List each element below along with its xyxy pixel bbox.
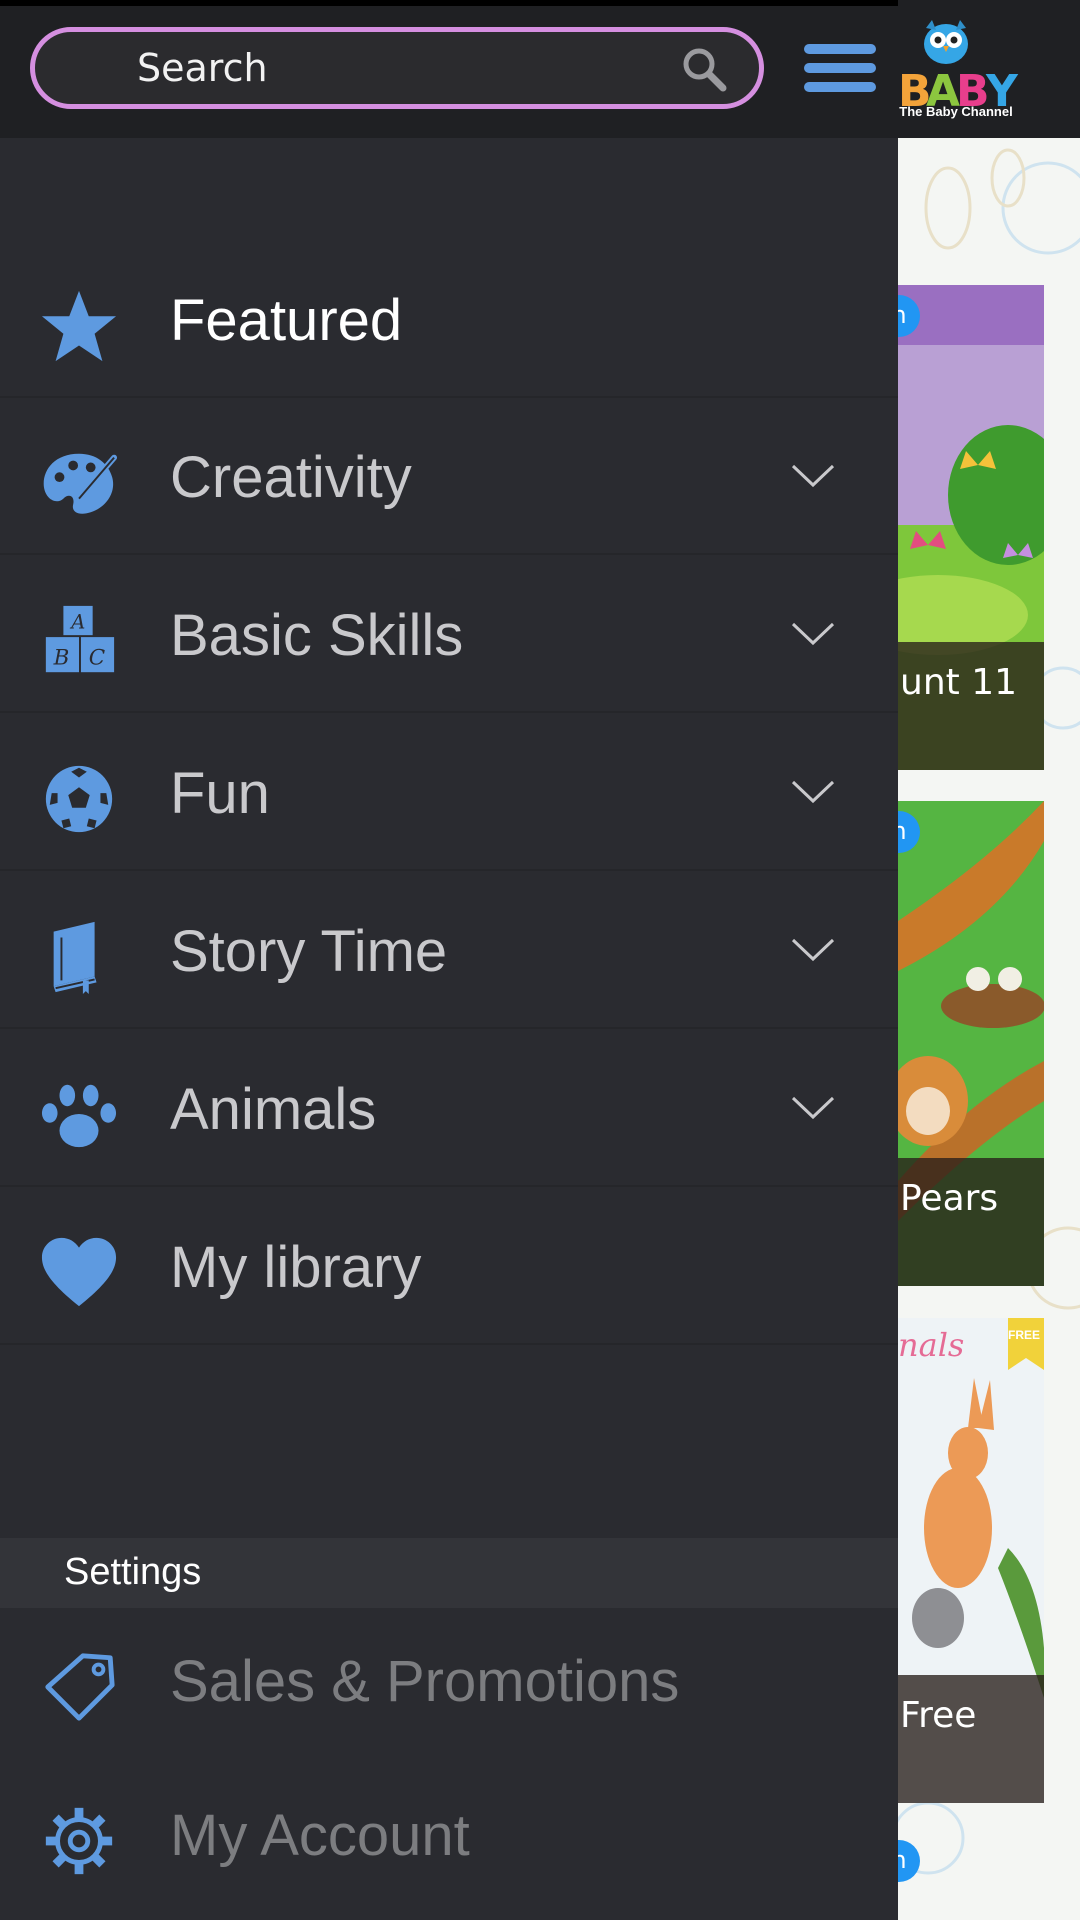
card-caption: unt 11 [898,642,1044,770]
search-input[interactable] [135,40,659,96]
card-caption: Free [898,1675,1044,1803]
card-caption: Pears [898,1158,1044,1286]
settings-section-header: Settings [0,1538,898,1608]
heart-icon [41,1237,117,1307]
star-icon [41,290,117,362]
content-card[interactable]: n unt 11 [898,285,1044,770]
navigation-drawer: Featured Creativity A B C Basic Skills F… [0,138,898,1920]
search-icon[interactable] [679,44,729,94]
abc-blocks-icon: A B C [45,605,115,673]
gear-icon [45,1807,113,1875]
drawer-item-label: Sales & Promotions [170,1649,680,1714]
drawer-item-my-library[interactable]: My library [0,1188,898,1345]
card-title-fragment: nals [898,1326,965,1364]
hamburger-menu-icon[interactable] [800,40,880,96]
drawer-item-creativity[interactable]: Creativity [0,398,898,555]
chevron-down-icon[interactable] [790,1092,836,1122]
drawer-item-label: My Account [170,1803,470,1868]
chevron-down-icon[interactable] [790,460,836,490]
drawer-item-label: Basic Skills [170,603,464,668]
palette-icon [43,453,118,514]
drawer-item-label: Featured [170,288,403,353]
status-line [0,0,898,6]
drawer-item-animals[interactable]: Animals [0,1030,898,1187]
svg-text:B: B [53,645,70,670]
drawer-item-label: My library [170,1235,422,1300]
card-title: Pears [900,1178,999,1219]
drawer-item-label: Animals [170,1077,377,1142]
drawer-item-label: Creativity [170,445,412,510]
logo-tagline: The Baby Channel [899,104,1013,119]
svg-text:C: C [89,645,105,670]
content-feed: n unt 11 n Pears nals FREE Free n [898,138,1080,1920]
card-title: unt 11 [900,662,1017,703]
chevron-down-icon[interactable] [790,618,836,648]
tag-icon [45,1653,115,1721]
search-box[interactable] [30,27,764,109]
soccer-ball-icon [45,765,113,833]
drawer-item-sales-promotions[interactable]: Sales & Promotions [0,1608,898,1763]
paw-icon [41,1084,117,1148]
book-icon [53,921,97,995]
free-ribbon: FREE [1008,1328,1041,1342]
drawer-item-story-time[interactable]: Story Time [0,872,898,1029]
drawer-item-label: Fun [170,761,270,826]
chevron-down-icon[interactable] [790,776,836,806]
drawer-item-fun[interactable]: Fun [0,714,898,871]
app-header: B A B Y The Baby Channel [0,0,1080,138]
drawer-item-my-account[interactable]: My Account [0,1764,898,1919]
content-card[interactable]: nals FREE Free [898,1318,1044,1803]
settings-header-label: Settings [64,1551,202,1593]
svg-text:A: A [69,610,85,633]
chevron-down-icon[interactable] [790,934,836,964]
drawer-item-basic-skills[interactable]: A B C Basic Skills [0,556,898,713]
drawer-item-label: Story Time [170,919,448,984]
content-card[interactable]: n Pears [898,801,1044,1286]
drawer-item-featured[interactable]: Featured [0,241,898,398]
card-title: Free [900,1695,977,1736]
